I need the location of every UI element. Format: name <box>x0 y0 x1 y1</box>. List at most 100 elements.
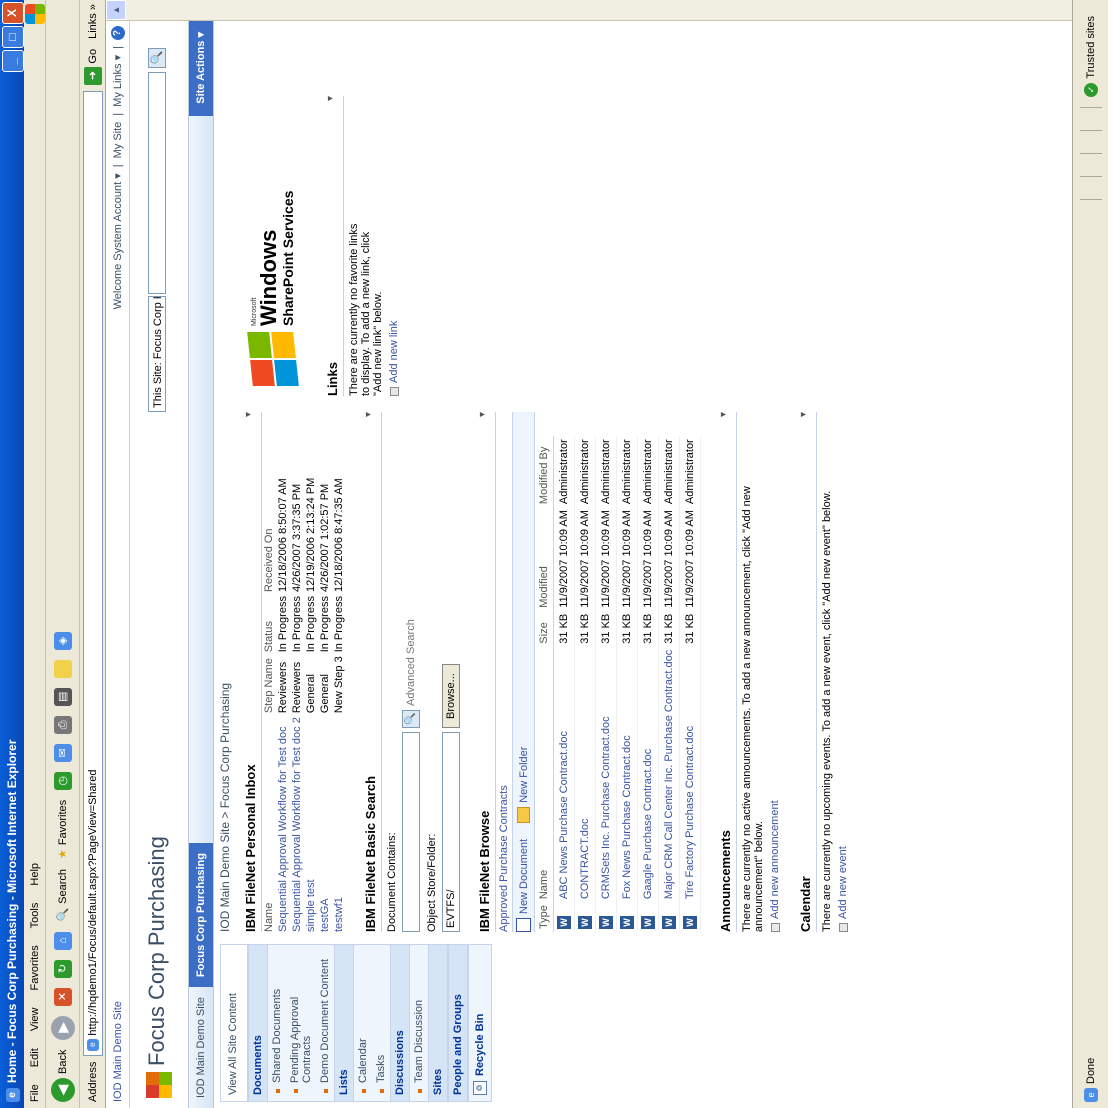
webpart-menu-icon[interactable]: ▾ <box>798 412 813 417</box>
cell-status: In Progress <box>305 596 317 653</box>
note-button[interactable] <box>53 659 72 678</box>
help-icon[interactable]: ? <box>110 26 125 40</box>
site-actions-menu[interactable]: Site Actions ▾ <box>189 20 213 116</box>
add-event-link[interactable]: Add new event <box>837 412 849 932</box>
ql-item-pending-approval-contracts[interactable]: Pending Approval Contracts <box>286 945 316 1101</box>
folder-link[interactable]: Approved Purchase Contracts <box>496 412 513 932</box>
add-link-link[interactable]: Add new link <box>388 96 400 396</box>
mail-button[interactable]: ✉ <box>53 743 72 762</box>
search-scope-select[interactable]: This Site: Focus Corp Purchasir ▾ <box>148 296 166 412</box>
stop-button[interactable]: ✕ <box>53 987 72 1006</box>
word-doc-icon: W <box>683 916 697 929</box>
links-bar[interactable]: Links » <box>87 0 99 43</box>
ql-heading-lists[interactable]: Lists <box>334 945 354 1101</box>
cell-received: 12/18/2006 8:50:07 AM <box>277 478 289 593</box>
window-titlebar[interactable]: e Home - Focus Corp Purchasing - Microsof… <box>0 0 24 1108</box>
ql-heading-sites[interactable]: Sites <box>428 945 448 1101</box>
address-input[interactable]: e http://hqdemo1/Focus/default.aspx?Page… <box>82 90 103 1056</box>
trusted-sites-icon: ✓ <box>1083 82 1098 97</box>
menu-tools[interactable]: Tools <box>29 903 41 929</box>
new-folder-label: New Folder <box>517 746 530 803</box>
menu-file[interactable]: File <box>29 1084 41 1102</box>
favorites-button[interactable]: ★ Favorites <box>56 800 70 859</box>
forward-button[interactable]: ▶ <box>50 1015 75 1040</box>
messenger-button[interactable]: ◈ <box>53 631 72 650</box>
document-link[interactable]: Tire Factory Purchase Contract.doc <box>679 646 701 903</box>
inbox-item-link[interactable]: testGA <box>318 713 332 932</box>
site-search-input[interactable] <box>148 72 166 294</box>
calendar-title: Calendar <box>798 876 813 932</box>
go-button[interactable]: ➜ Go <box>83 49 102 85</box>
tab-iod-main-demo-site[interactable]: IOD Main Demo Site <box>189 987 213 1108</box>
back-label: Back <box>56 1049 69 1074</box>
document-link[interactable]: Major CRM Call Center Inc. Purchase Cont… <box>658 646 680 903</box>
close-button[interactable]: X <box>2 2 24 24</box>
site-search-button[interactable]: 🔍 <box>148 48 166 68</box>
col-size[interactable]: Size <box>535 610 554 647</box>
inbox-item-link[interactable]: simple test <box>304 713 318 932</box>
my-site-link[interactable]: My Site <box>112 122 124 159</box>
tab-focus-corp-purchasing[interactable]: Focus Corp Purchasing <box>189 843 213 988</box>
inbox-item-link[interactable]: Sequential Approval Workflow for Test do… <box>290 713 304 932</box>
maximize-button[interactable]: □ <box>2 26 24 48</box>
my-links-menu[interactable]: My Links ▾ <box>111 55 124 107</box>
document-link[interactable]: ABC News Purchase Contract.doc <box>553 646 575 903</box>
col-name[interactable]: Name <box>535 646 554 903</box>
doc-search-button[interactable]: 🔍 <box>402 710 420 728</box>
object-store-input[interactable]: EVTFS/ <box>442 732 460 932</box>
print-button[interactable]: ⎙ <box>53 715 72 734</box>
table-row: W Gaagle Purchase Contract.doc 31 KB 11/… <box>637 436 659 932</box>
webpart-menu-icon[interactable]: ▾ <box>243 412 258 417</box>
back-button[interactable]: ◀ Back <box>50 1049 75 1102</box>
ql-item-team-discussion[interactable]: Team Discussion <box>410 945 428 1101</box>
document-link[interactable]: CONTRACT.doc <box>574 646 596 903</box>
ql-heading-discussions[interactable]: Discussions <box>390 945 410 1101</box>
refresh-button[interactable]: ↻ <box>53 959 72 978</box>
inbox-item-link[interactable]: testwf1 <box>332 713 346 932</box>
col-modified-by[interactable]: Modified By <box>535 436 554 508</box>
document-link[interactable]: Gaagle Purchase Contract.doc <box>637 646 659 903</box>
ql-item-tasks[interactable]: Tasks <box>372 945 390 1101</box>
col-name[interactable]: Name <box>262 713 276 932</box>
view-all-site-content-link[interactable]: View All Site Content <box>221 945 248 1101</box>
browse-button[interactable]: Browse... <box>442 664 460 728</box>
ql-heading-people-and-groups[interactable]: People and Groups <box>448 945 468 1101</box>
add-announcement-link[interactable]: Add new announcement <box>769 412 781 932</box>
minimize-button[interactable]: _ <box>2 50 24 72</box>
document-link[interactable]: CRMSets Inc. Purchase Contract.doc <box>595 646 617 903</box>
menu-edit[interactable]: Edit <box>29 1048 41 1067</box>
col-type[interactable]: Type <box>535 902 554 932</box>
ql-heading-documents[interactable]: Documents <box>248 945 268 1101</box>
col-status[interactable]: Status <box>262 592 276 652</box>
webpart-menu-icon[interactable]: ▾ <box>718 412 733 417</box>
ql-item-demo-document-content[interactable]: Demo Document Content <box>316 945 334 1101</box>
col-step-name[interactable]: Step Name <box>262 652 276 713</box>
menu-view[interactable]: View <box>29 1008 41 1032</box>
menu-favorites[interactable]: Favorites <box>29 945 41 990</box>
webpart-menu-icon[interactable]: ▾ <box>477 412 492 417</box>
recycle-bin-link[interactable]: ♲ Recycle Bin <box>468 945 491 1101</box>
quick-launch: View All Site Content Documents Shared D… <box>220 944 492 1102</box>
ql-item-shared-documents[interactable]: Shared Documents <box>268 945 286 1101</box>
advanced-search-link[interactable]: Advanced Search <box>405 619 417 706</box>
webpart-menu-icon[interactable]: ▾ <box>325 96 340 101</box>
word-doc-icon: W <box>641 916 655 929</box>
col-modified[interactable]: Modified <box>535 507 554 611</box>
document-link[interactable]: Fox News Purchase Contract.doc <box>616 646 638 903</box>
scroll-up-icon[interactable]: ▲ <box>106 0 126 20</box>
new-folder-button[interactable]: New Folder <box>517 747 530 823</box>
vertical-scrollbar[interactable]: ▲ <box>106 0 1072 21</box>
search-button[interactable]: 🔍 Search <box>56 869 70 922</box>
new-document-button[interactable]: New Document <box>516 839 531 932</box>
welcome-menu[interactable]: Welcome System Account ▾ <box>111 173 124 309</box>
edit-button[interactable]: ▤ <box>53 687 72 706</box>
history-button[interactable]: ◷ <box>53 771 72 790</box>
home-button[interactable]: ⌂ <box>53 931 72 950</box>
webpart-menu-icon[interactable]: ▾ <box>363 412 378 417</box>
inbox-item-link[interactable]: Sequential Approval Workflow for Test do… <box>276 713 290 932</box>
menu-help[interactable]: Help <box>29 863 41 886</box>
ql-item-calendar[interactable]: Calendar <box>354 945 372 1101</box>
col-received-on[interactable]: Received On <box>262 474 276 592</box>
doc-contains-input[interactable] <box>402 732 420 932</box>
top-site-link[interactable]: IOD Main Demo Site <box>112 1001 124 1102</box>
